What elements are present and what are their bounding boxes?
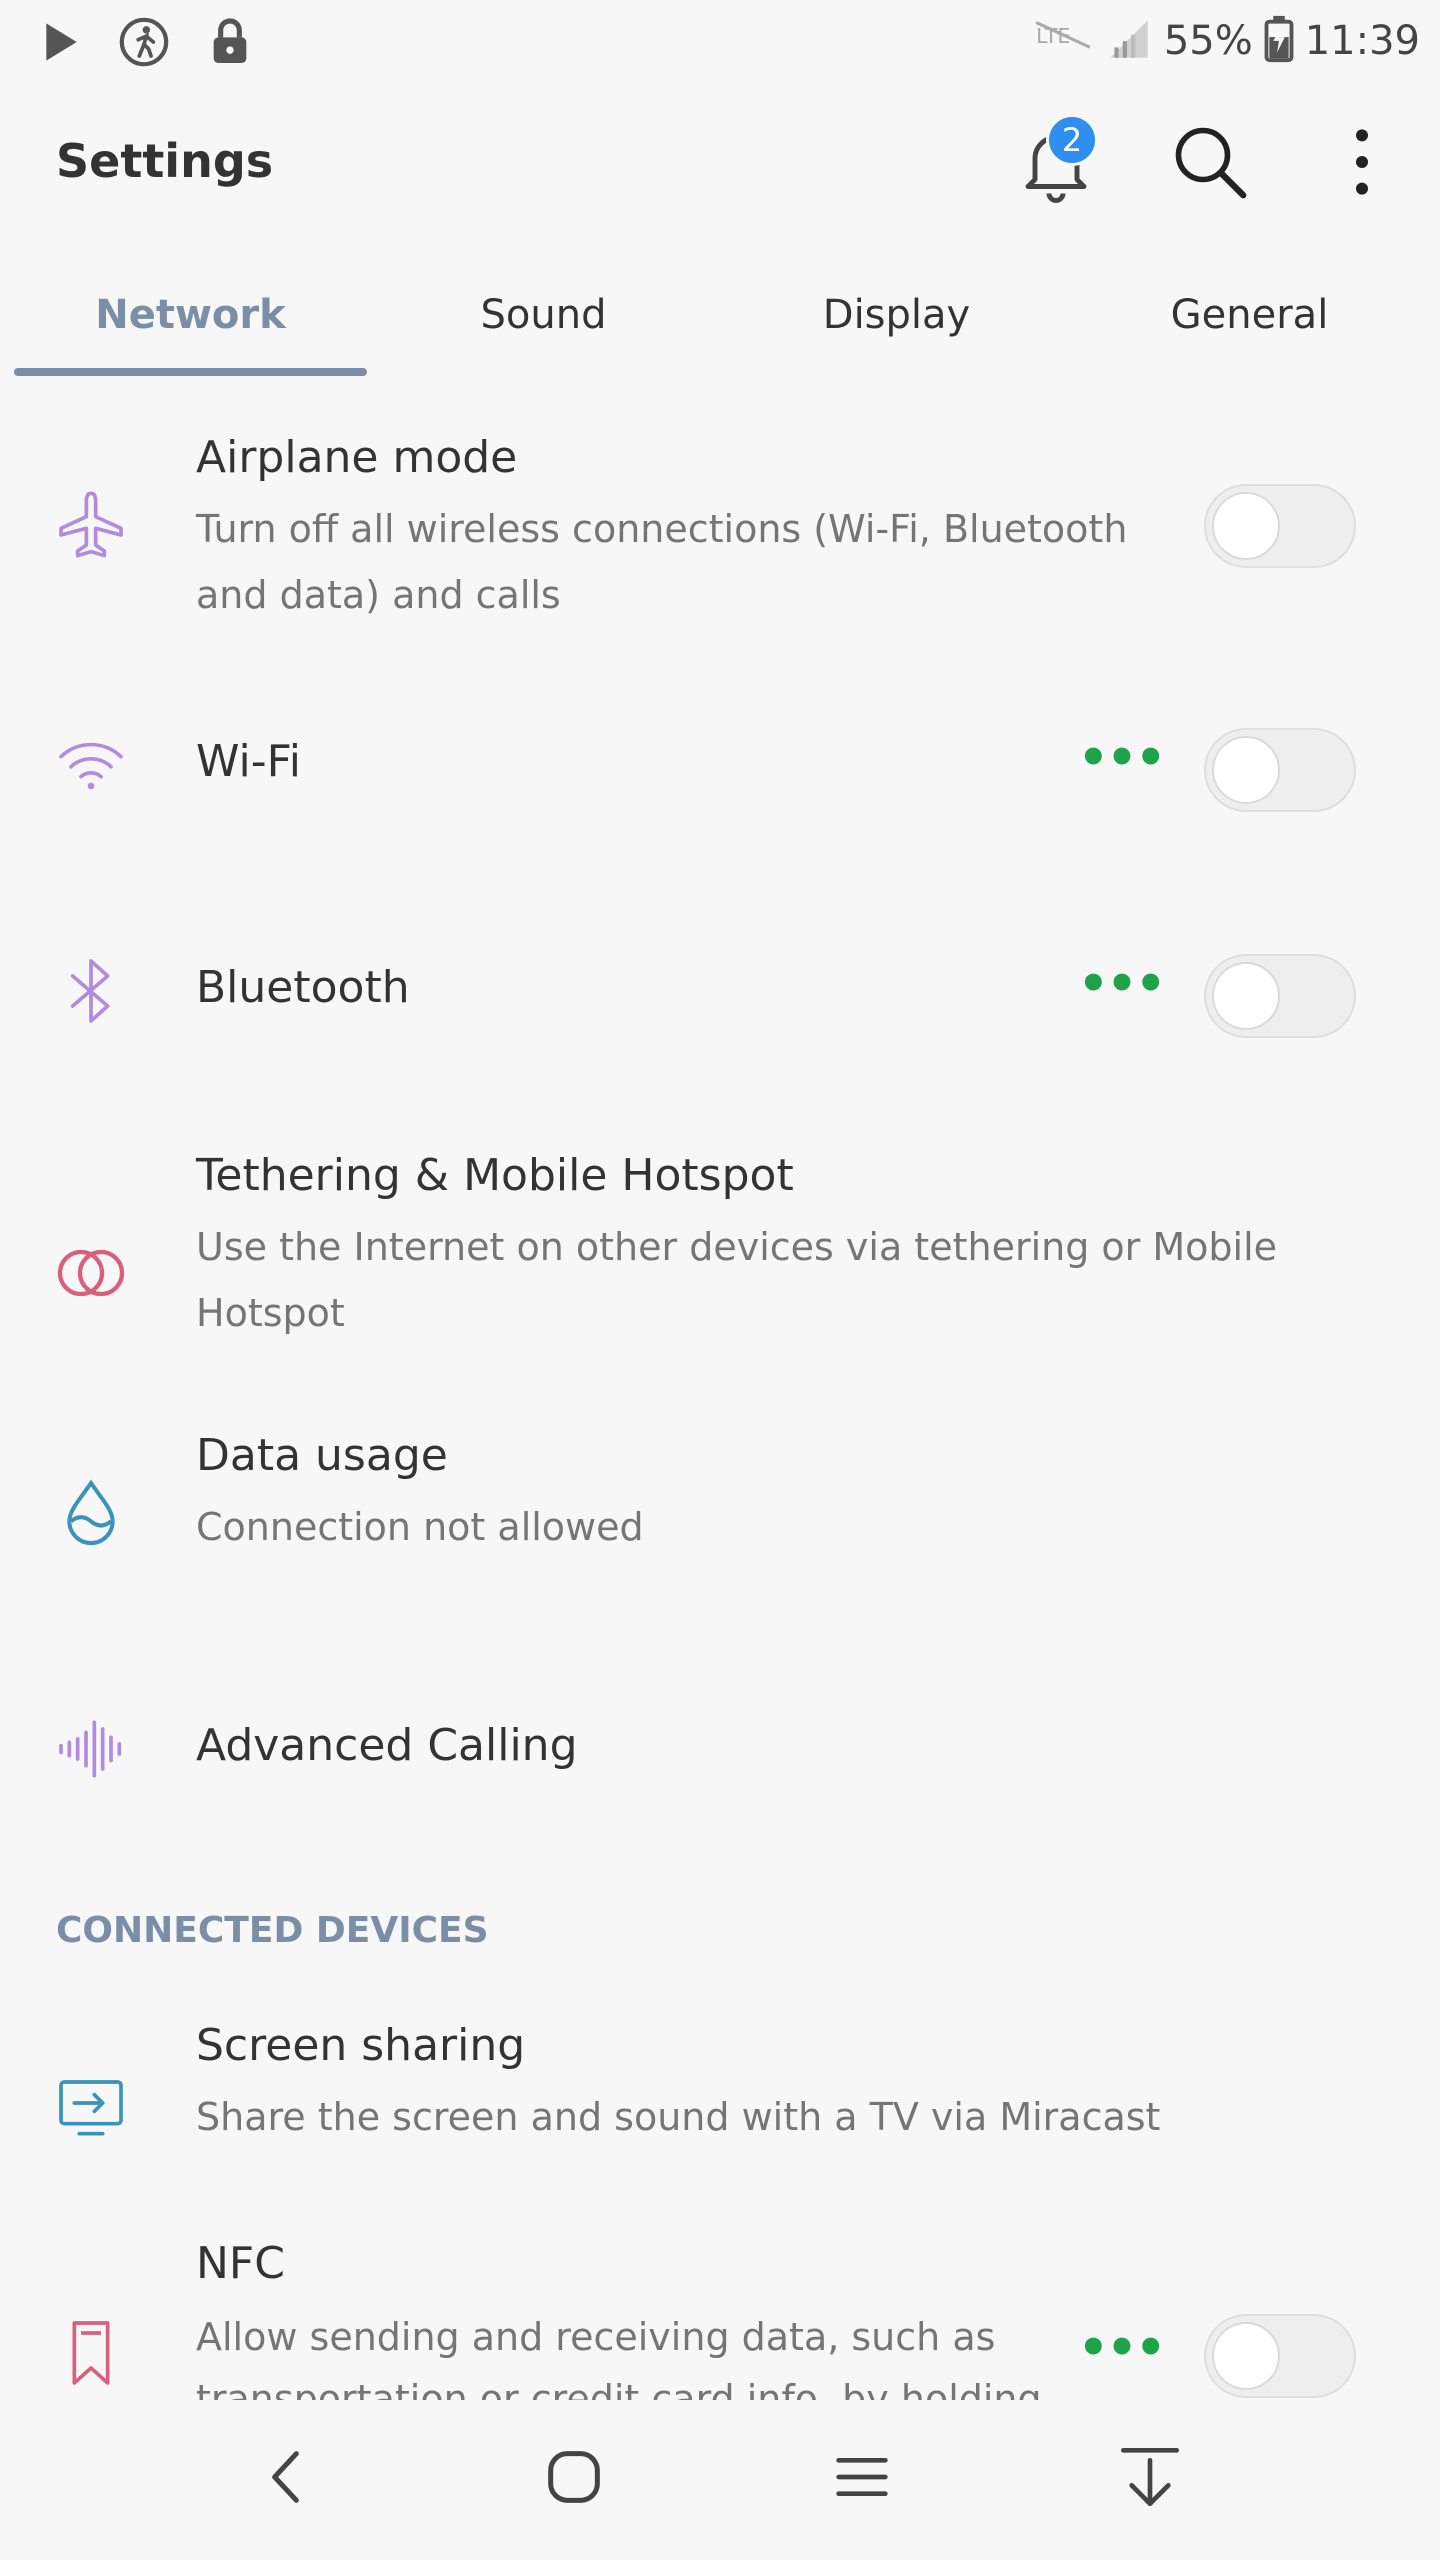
notifications-button[interactable]: 2 xyxy=(1006,114,1106,214)
list-item-tethering[interactable]: Tethering & Mobile Hotspot Use the Inter… xyxy=(0,1130,1440,1390)
data-usage-title: Data usage xyxy=(196,1430,448,1481)
wifi-toggle[interactable] xyxy=(1204,728,1356,812)
wifi-title: Wi-Fi xyxy=(196,736,301,787)
airplane-mode-subtitle-line1: Turn off all wireless connections (Wi-Fi… xyxy=(196,507,1128,551)
tethering-subtitle-line2: Hotspot xyxy=(196,1291,345,1335)
nfc-title: NFC xyxy=(196,2238,285,2289)
nfc-subtitle-line2: transportation or credit card info, by h… xyxy=(196,2377,1042,2400)
airplane-mode-toggle[interactable] xyxy=(1204,484,1356,568)
activity-icon xyxy=(116,14,172,74)
tethering-subtitle-line1: Use the Internet on other devices via te… xyxy=(196,1225,1278,1269)
water-drop-icon xyxy=(48,1470,134,1556)
tab-sound[interactable]: Sound xyxy=(367,270,720,380)
nfc-subtitle-line1: Allow sending and receiving data, such a… xyxy=(196,2315,996,2359)
navigation-bar xyxy=(0,2400,1440,2560)
screen-sharing-subtitle: Share the screen and sound with a TV via… xyxy=(196,2095,1161,2139)
airplane-mode-subtitle-line2: and data) and calls xyxy=(196,573,561,617)
back-icon xyxy=(248,2437,328,2521)
status-bar: LTE 55% 11:39 xyxy=(0,0,1440,84)
more-vert-icon xyxy=(1322,122,1402,206)
tab-display[interactable]: Display xyxy=(720,270,1073,380)
tab-network[interactable]: Network xyxy=(14,270,367,380)
waveform-icon xyxy=(48,1706,134,1792)
back-button[interactable] xyxy=(228,2424,348,2534)
page-title: Settings xyxy=(56,134,274,188)
bluetooth-title: Bluetooth xyxy=(196,962,410,1013)
toggle-knob xyxy=(1212,962,1280,1030)
advanced-calling-title: Advanced Calling xyxy=(196,1720,578,1771)
tethering-icon xyxy=(48,1230,134,1316)
home-button[interactable] xyxy=(514,2424,634,2534)
tethering-title: Tethering & Mobile Hotspot xyxy=(196,1150,794,1201)
no-sim-icon: LTE xyxy=(1032,14,1094,68)
airplane-icon xyxy=(48,482,134,568)
data-usage-subtitle: Connection not allowed xyxy=(196,1505,644,1549)
hide-keyboard-button[interactable] xyxy=(1090,2424,1210,2534)
tab-general[interactable]: General xyxy=(1073,270,1426,380)
home-icon xyxy=(534,2437,614,2521)
battery-icon xyxy=(1263,14,1295,68)
bluetooth-toggle[interactable] xyxy=(1204,954,1356,1038)
list-item-screen-sharing[interactable]: Screen sharing Share the screen and soun… xyxy=(0,2000,1440,2200)
list-item-wifi[interactable]: Wi-Fi ••• xyxy=(0,690,1440,850)
notification-badge: 2 xyxy=(1046,114,1098,166)
play-icon xyxy=(30,14,86,74)
recents-icon xyxy=(822,2437,902,2521)
toggle-knob xyxy=(1212,736,1280,804)
settings-list: Airplane mode Turn off all wireless conn… xyxy=(0,390,1440,2400)
wifi-more-button[interactable]: ••• xyxy=(1078,730,1166,786)
nfc-toggle[interactable] xyxy=(1204,2314,1356,2398)
wifi-icon xyxy=(48,722,134,808)
recents-button[interactable] xyxy=(802,2424,922,2534)
hide-keyboard-icon xyxy=(1110,2437,1190,2521)
nfc-icon xyxy=(48,2310,134,2396)
airplane-mode-title: Airplane mode xyxy=(196,432,518,483)
bluetooth-icon xyxy=(48,948,134,1034)
list-item-airplane-mode[interactable]: Airplane mode Turn off all wireless conn… xyxy=(0,390,1440,650)
toggle-knob xyxy=(1212,492,1280,560)
app-header: Settings 2 xyxy=(0,84,1440,244)
list-item-data-usage[interactable]: Data usage Connection not allowed xyxy=(0,1410,1440,1610)
battery-percent: 55% xyxy=(1163,18,1253,64)
signal-icon xyxy=(1104,14,1154,68)
clock: 11:39 xyxy=(1304,18,1420,64)
toggle-knob xyxy=(1212,2322,1280,2390)
lock-icon xyxy=(202,14,258,74)
screen-share-icon xyxy=(48,2064,134,2150)
search-button[interactable] xyxy=(1160,114,1260,214)
bluetooth-more-button[interactable]: ••• xyxy=(1078,956,1166,1012)
settings-tabs: Network Sound Display General xyxy=(14,270,1426,380)
list-item-nfc[interactable]: NFC Allow sending and receiving data, su… xyxy=(0,2220,1440,2400)
list-item-advanced-calling[interactable]: Advanced Calling xyxy=(0,1670,1440,1830)
nfc-more-button[interactable]: ••• xyxy=(1078,2320,1166,2376)
screen-sharing-title: Screen sharing xyxy=(196,2020,526,2071)
section-header-connected-devices: CONNECTED DEVICES xyxy=(56,1910,489,1951)
list-item-bluetooth[interactable]: Bluetooth ••• xyxy=(0,920,1440,1080)
search-icon xyxy=(1168,120,1252,208)
more-options-button[interactable] xyxy=(1312,114,1412,214)
